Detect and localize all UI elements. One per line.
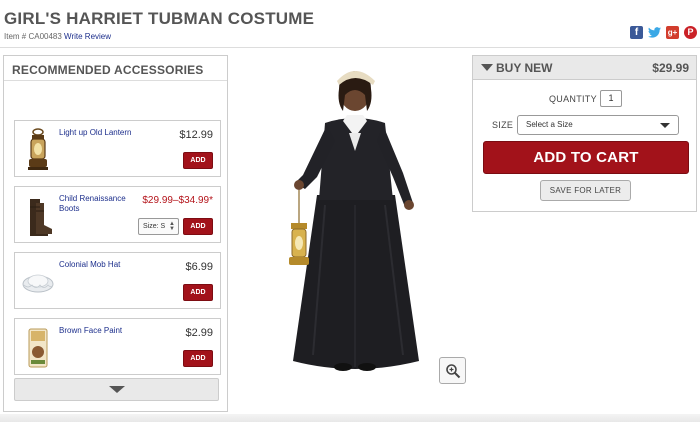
mob-hat-thumbnail[interactable]	[20, 259, 56, 305]
accessories-scroll-down-button[interactable]	[14, 378, 219, 401]
page-bottom-edge	[0, 414, 700, 422]
size-select[interactable]: Select a Size	[517, 115, 679, 135]
size-label: SIZE	[492, 120, 514, 130]
item-meta: Item # CA00483 Write Review	[4, 32, 111, 41]
accessory-item-boots: Child Renaissance Boots $29.99–$34.99* S…	[14, 186, 221, 243]
accessory-name[interactable]: Colonial Mob Hat	[59, 260, 139, 270]
divider	[4, 80, 227, 81]
accessory-name[interactable]: Child Renaissance Boots	[59, 194, 139, 214]
product-image[interactable]	[255, 55, 455, 380]
buy-new-panel: BUY NEW $29.99 QUANTITY 1 SIZE Select a …	[472, 55, 697, 212]
quantity-input[interactable]: 1	[600, 90, 622, 107]
accessories-title: RECOMMENDED ACCESSORIES	[12, 63, 204, 77]
lantern-thumbnail[interactable]	[20, 127, 56, 173]
buy-new-header[interactable]: BUY NEW $29.99	[473, 56, 696, 80]
write-review-link[interactable]: Write Review	[64, 32, 111, 41]
chevron-down-icon	[660, 123, 670, 128]
face-paint-thumbnail[interactable]	[20, 325, 56, 371]
add-face-paint-button[interactable]: ADD	[183, 350, 213, 367]
collapse-triangle-icon	[481, 64, 493, 71]
item-number: Item # CA00483	[4, 32, 62, 41]
add-lantern-button[interactable]: ADD	[183, 152, 213, 169]
stepper-arrows-icon: ▲ ▼	[169, 221, 175, 232]
magnifier-icon	[445, 363, 460, 378]
accessory-price: $29.99–$34.99*	[142, 195, 213, 206]
accessory-item-face-paint: Brown Face Paint $2.99 ADD	[14, 318, 221, 375]
accessory-item-lantern: Light up Old Lantern $12.99 ADD	[14, 120, 221, 177]
buy-new-price: $29.99	[652, 61, 689, 75]
page-title: GIRL'S HARRIET TUBMAN COSTUME	[4, 9, 315, 28]
facebook-icon[interactable]: f	[630, 26, 643, 39]
header-divider	[0, 47, 700, 48]
social-share-bar: f g+ P	[630, 26, 697, 39]
accessory-item-mob-hat: Colonial Mob Hat $6.99 ADD	[14, 252, 221, 309]
zoom-button[interactable]	[439, 357, 466, 384]
twitter-icon[interactable]	[648, 26, 661, 39]
save-for-later-button[interactable]: SAVE FOR LATER	[540, 180, 631, 201]
pinterest-icon[interactable]: P	[684, 26, 697, 39]
add-boots-button[interactable]: ADD	[183, 218, 213, 235]
accessory-name[interactable]: Light up Old Lantern	[59, 128, 139, 138]
boots-thumbnail[interactable]	[20, 193, 56, 239]
add-to-cart-button[interactable]: ADD TO CART	[483, 141, 689, 174]
size-select-placeholder: Select a Size	[526, 120, 573, 129]
recommended-accessories-panel: RECOMMENDED ACCESSORIES Light up Old Lan…	[3, 55, 228, 412]
buy-new-title: BUY NEW	[496, 61, 553, 75]
accessory-price: $6.99	[185, 261, 213, 273]
accessory-price: $12.99	[179, 129, 213, 141]
add-mob-hat-button[interactable]: ADD	[183, 284, 213, 301]
chevron-down-icon	[108, 386, 125, 393]
size-select-value: Size: S	[143, 223, 166, 230]
quantity-label: QUANTITY	[549, 94, 597, 104]
boots-size-select[interactable]: Size: S ▲ ▼	[138, 218, 179, 235]
accessory-name[interactable]: Brown Face Paint	[59, 326, 139, 336]
google-plus-icon[interactable]: g+	[666, 26, 679, 39]
accessory-price: $2.99	[185, 327, 213, 339]
